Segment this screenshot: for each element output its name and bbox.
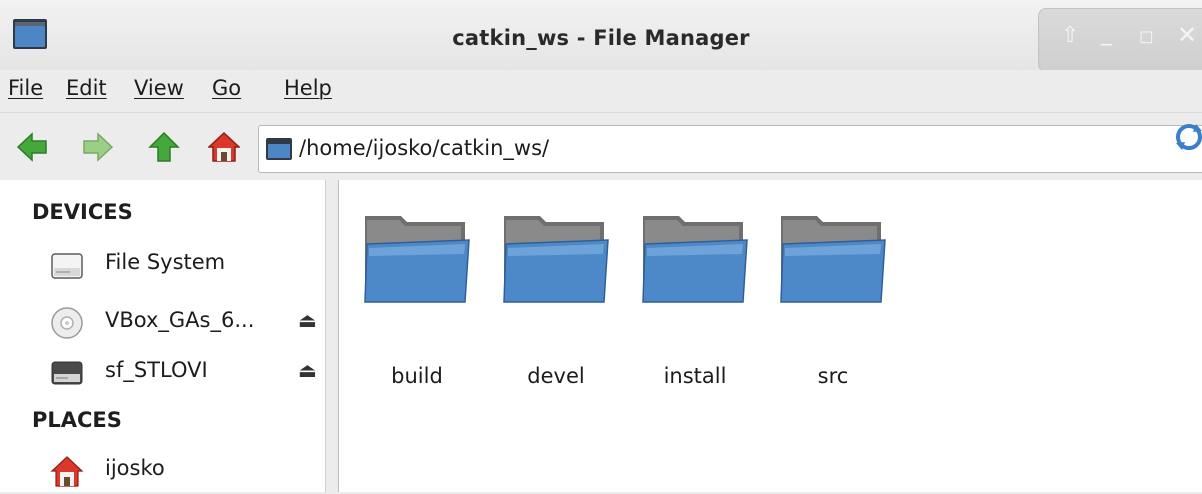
folder-icon <box>780 216 886 303</box>
up-button[interactable] <box>148 131 180 163</box>
menu-bar: File Edit View Go Help <box>0 70 1202 112</box>
eject-icon[interactable]: ⏏ <box>298 308 317 332</box>
file-name: install <box>663 364 727 388</box>
menu-view[interactable]: View <box>134 76 184 100</box>
refresh-icon[interactable] <box>1174 122 1202 152</box>
up-arrow-icon[interactable]: ⇧ <box>1061 23 1079 48</box>
sidebar-item-label: VBox_GAs_6... <box>105 308 255 332</box>
harddisk-icon <box>51 253 83 279</box>
forward-button[interactable] <box>82 131 114 163</box>
window-controls: ⇧ _ ◻ ✕ <box>1038 8 1202 72</box>
file-item-build[interactable]: build <box>341 210 471 388</box>
sidebar-item-file-system[interactable]: File System <box>0 242 325 288</box>
file-view: build devel install src <box>339 180 1202 492</box>
eject-icon[interactable]: ⏏ <box>298 358 317 382</box>
menu-edit[interactable]: Edit <box>66 76 107 100</box>
side-pane: DEVICES File System VBox_GAs_6... ⏏ sf_S… <box>0 180 325 492</box>
devices-heading: DEVICES <box>32 200 133 224</box>
sidebar-item-ijosko[interactable]: ijosko <box>0 448 325 494</box>
folder-icon <box>642 216 748 303</box>
minimize-icon[interactable]: _ <box>1101 21 1112 46</box>
sidebar-item-label: File System <box>105 250 226 274</box>
folder-icon <box>266 138 292 160</box>
maximize-icon[interactable]: ◻ <box>1139 26 1154 47</box>
sidebar-item-sf-stlovi[interactable]: sf_STLOVI ⏏ <box>0 350 325 396</box>
pane-splitter[interactable] <box>325 180 339 492</box>
places-heading: PLACES <box>32 408 122 432</box>
sidebar-item-label: ijosko <box>105 456 165 480</box>
toolbar: /home/ijosko/catkin_ws/ <box>0 112 1202 179</box>
file-item-src[interactable]: src <box>757 210 887 388</box>
window-title: catkin_ws - File Manager <box>452 26 750 50</box>
file-item-devel[interactable]: devel <box>480 210 610 388</box>
folder-icon <box>364 216 470 303</box>
file-item-install[interactable]: install <box>619 210 749 388</box>
menu-help[interactable]: Help <box>284 76 332 100</box>
menu-go[interactable]: Go <box>212 76 241 100</box>
cdrom-icon <box>51 307 83 339</box>
menu-file[interactable]: File <box>8 76 43 100</box>
title-bar: catkin_ws - File Manager ⇧ _ ◻ ✕ <box>0 0 1202 74</box>
sidebar-item-label: sf_STLOVI <box>105 358 208 382</box>
location-bar[interactable]: /home/ijosko/catkin_ws/ <box>258 125 1202 173</box>
home-button[interactable] <box>208 131 240 163</box>
file-name: devel <box>527 364 585 388</box>
sidebar-item-vbox-gas[interactable]: VBox_GAs_6... ⏏ <box>0 300 325 346</box>
folder-icon <box>503 216 609 303</box>
drive-icon <box>51 361 83 385</box>
file-name: build <box>391 364 443 388</box>
back-button[interactable] <box>16 131 48 163</box>
home-icon <box>50 456 84 487</box>
file-name: src <box>817 364 849 388</box>
close-icon[interactable]: ✕ <box>1177 21 1197 49</box>
location-path[interactable]: /home/ijosko/catkin_ws/ <box>299 136 549 160</box>
